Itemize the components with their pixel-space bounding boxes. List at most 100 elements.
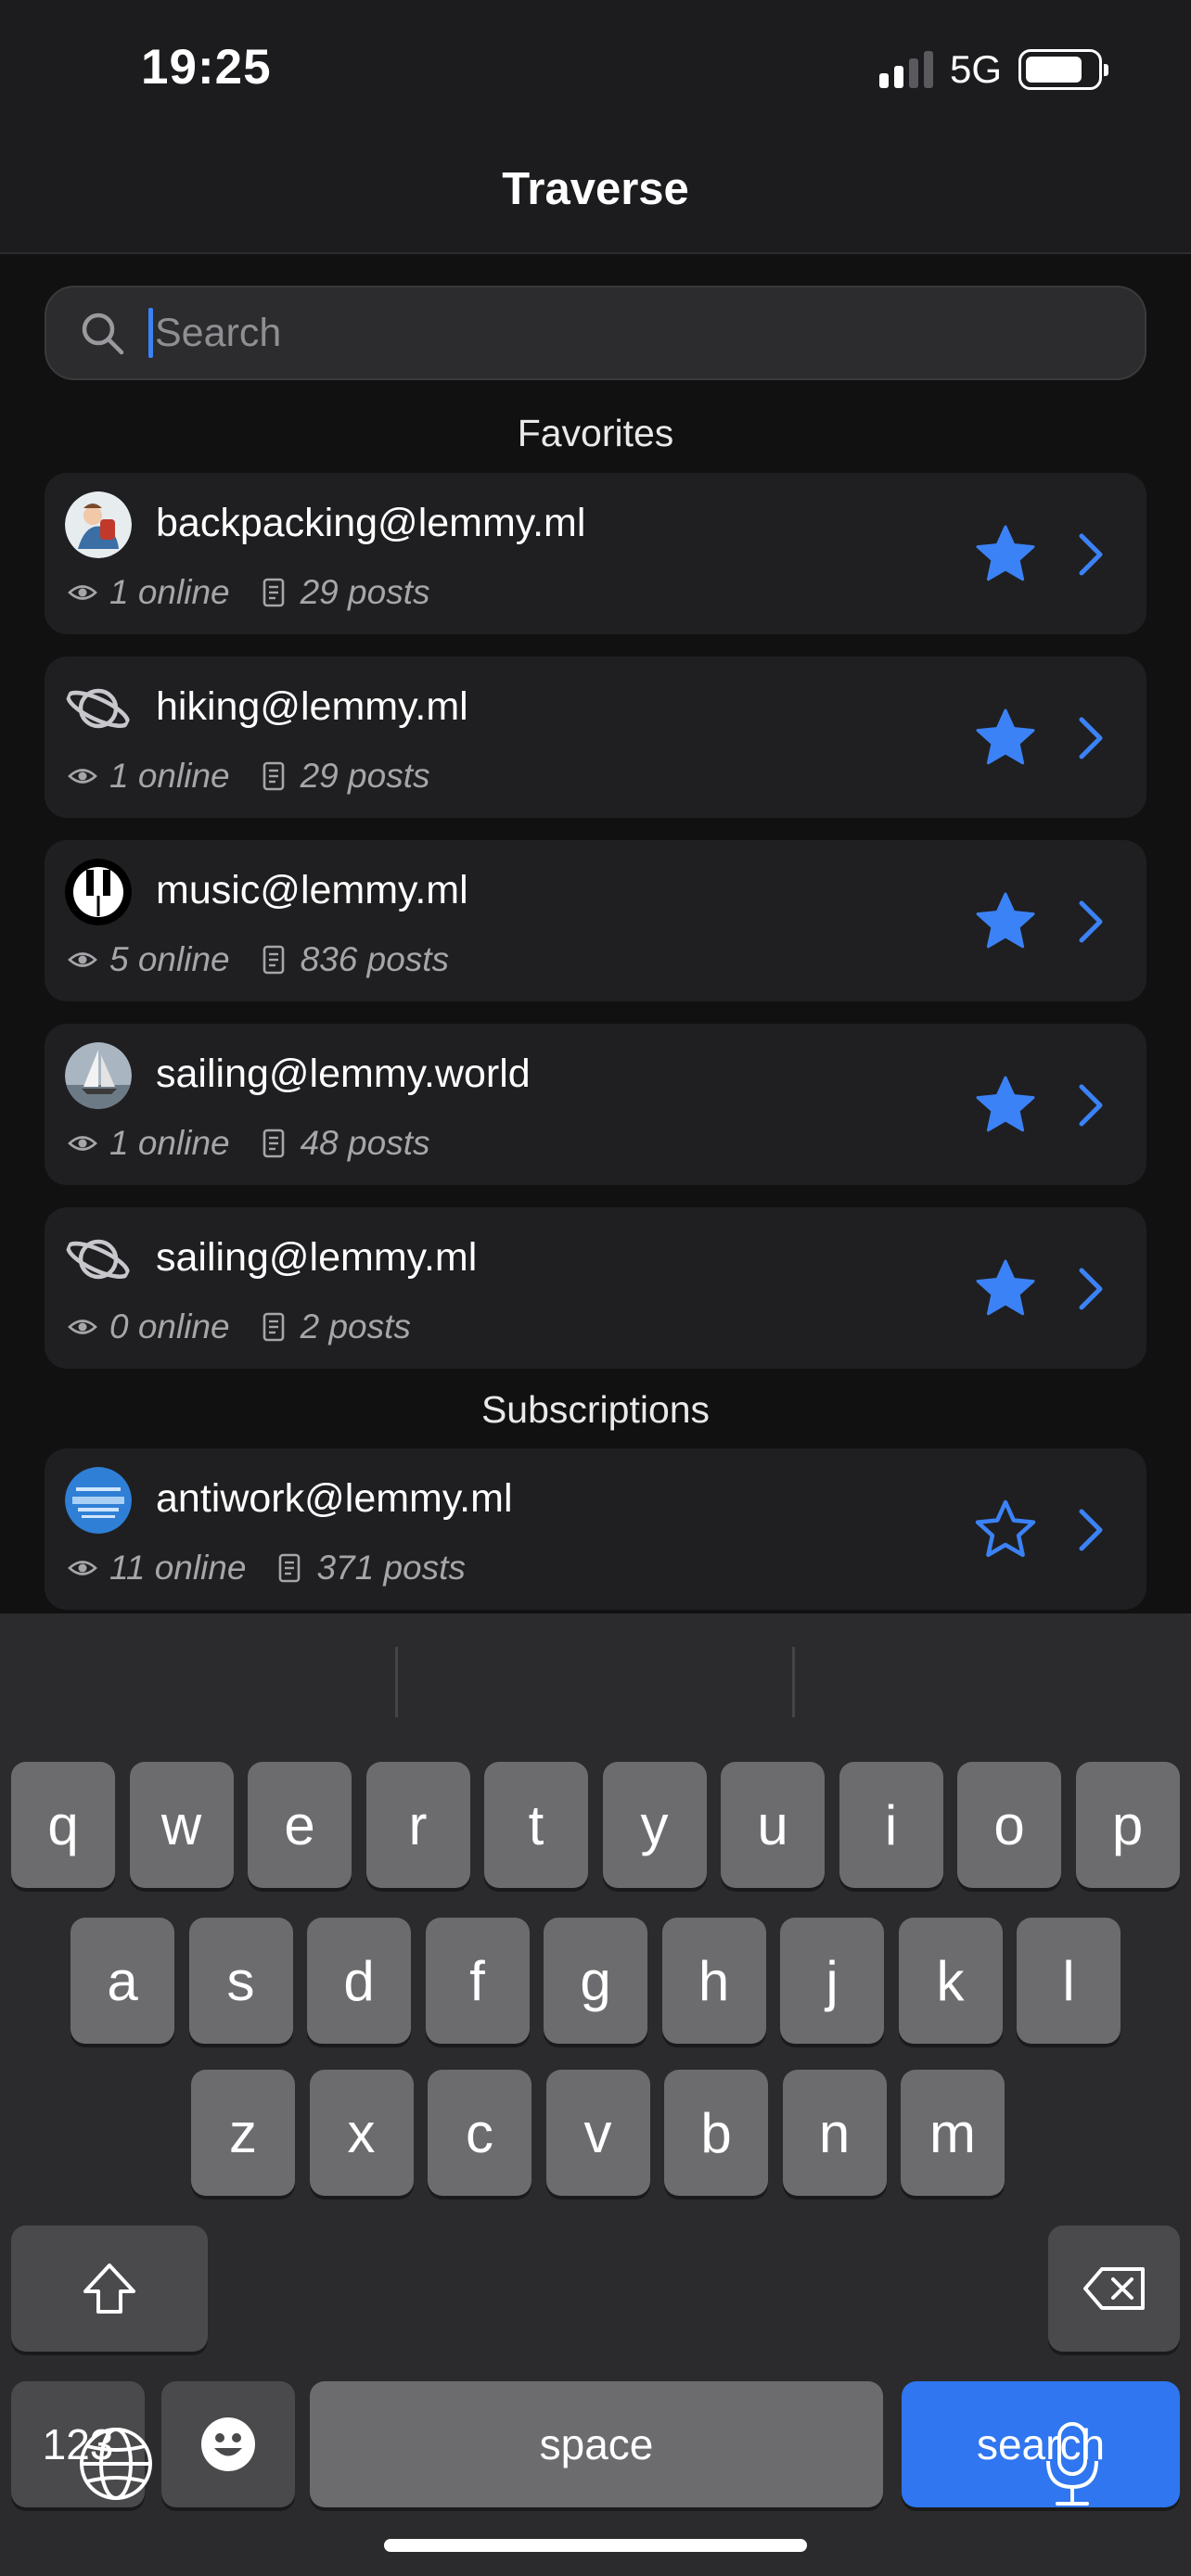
post-count: 2 posts bbox=[300, 1307, 411, 1345]
key-z[interactable]: z bbox=[191, 2070, 295, 2196]
community-name: antiwork@lemmy.ml bbox=[156, 1476, 513, 1521]
eye-icon bbox=[67, 760, 98, 792]
eye-icon bbox=[67, 577, 98, 608]
document-icon bbox=[258, 1128, 289, 1159]
search-bar[interactable] bbox=[45, 286, 1146, 380]
chevron-right-icon[interactable] bbox=[1072, 1263, 1109, 1315]
planet-icon bbox=[65, 1226, 132, 1293]
top-bar: 19:25 5G Traverse bbox=[0, 0, 1191, 254]
signal-icon bbox=[878, 51, 933, 88]
key-q[interactable]: q bbox=[11, 1762, 115, 1888]
key-k[interactable]: k bbox=[898, 1918, 1003, 2044]
community-name: sailing@lemmy.world bbox=[156, 1052, 531, 1096]
microphone-icon[interactable] bbox=[1043, 2420, 1102, 2509]
backspace-icon bbox=[1083, 2267, 1145, 2310]
key-m[interactable]: m bbox=[901, 2070, 1005, 2196]
chevron-right-icon[interactable] bbox=[1072, 712, 1109, 764]
key-s[interactable]: s bbox=[188, 1918, 293, 2044]
online-count: 1 online bbox=[109, 1124, 230, 1162]
post-count: 836 posts bbox=[300, 940, 450, 978]
planet-icon bbox=[65, 675, 132, 742]
community-row[interactable]: hiking@lemmy.ml 1 online 29 posts bbox=[45, 657, 1146, 818]
key-u[interactable]: u bbox=[721, 1762, 825, 1888]
eye-icon bbox=[67, 1311, 98, 1343]
network-type: 5G bbox=[949, 47, 1002, 91]
community-row[interactable]: backpacking@lemmy.ml 1 online 29 posts bbox=[45, 473, 1146, 634]
eye-icon bbox=[67, 1552, 98, 1584]
key-o[interactable]: o bbox=[957, 1762, 1061, 1888]
post-count: 371 posts bbox=[316, 1549, 466, 1587]
battery-icon bbox=[1018, 49, 1108, 90]
space-key[interactable]: space bbox=[310, 2381, 883, 2507]
post-count: 48 posts bbox=[300, 1124, 430, 1162]
document-icon bbox=[258, 944, 289, 976]
key-d[interactable]: d bbox=[307, 1918, 411, 2044]
key-a[interactable]: a bbox=[70, 1918, 174, 2044]
favorite-star-icon[interactable] bbox=[972, 888, 1039, 955]
key-g[interactable]: g bbox=[544, 1918, 647, 2044]
key-p[interactable]: p bbox=[1075, 1762, 1180, 1888]
backpacking-avatar bbox=[65, 491, 132, 558]
emoji-key[interactable] bbox=[161, 2381, 295, 2507]
shift-key[interactable] bbox=[11, 2225, 208, 2352]
text-cursor bbox=[148, 308, 153, 358]
key-f[interactable]: f bbox=[425, 1918, 530, 2044]
community-name: music@lemmy.ml bbox=[156, 868, 468, 912]
favorite-star-icon[interactable] bbox=[972, 705, 1039, 772]
key-c[interactable]: c bbox=[428, 2070, 531, 2196]
chevron-right-icon[interactable] bbox=[1072, 1504, 1109, 1556]
search-input[interactable] bbox=[155, 310, 1082, 356]
shift-icon bbox=[83, 2264, 135, 2314]
key-x[interactable]: x bbox=[309, 2070, 414, 2196]
online-count: 5 online bbox=[109, 940, 230, 978]
online-count: 0 online bbox=[109, 1307, 230, 1345]
favorite-star-icon[interactable] bbox=[972, 1072, 1039, 1139]
key-w[interactable]: w bbox=[129, 1762, 234, 1888]
key-v[interactable]: v bbox=[545, 2070, 650, 2196]
globe-icon[interactable] bbox=[78, 2426, 154, 2502]
community-row[interactable]: sailing@lemmy.ml 0 online 2 posts bbox=[45, 1207, 1146, 1369]
community-stats: 1 online 29 posts bbox=[67, 573, 429, 612]
chevron-right-icon[interactable] bbox=[1072, 896, 1109, 948]
document-icon bbox=[258, 1311, 289, 1343]
home-indicator[interactable] bbox=[384, 2539, 807, 2552]
community-stats: 0 online 2 posts bbox=[67, 1307, 411, 1346]
community-stats: 1 online 29 posts bbox=[67, 757, 429, 796]
favorites-heading: Favorites bbox=[517, 412, 674, 454]
favorite-star-icon[interactable] bbox=[972, 521, 1039, 588]
key-y[interactable]: y bbox=[602, 1762, 707, 1888]
key-t[interactable]: t bbox=[484, 1762, 588, 1888]
key-r[interactable]: r bbox=[365, 1762, 470, 1888]
piano-keys-avatar bbox=[65, 859, 132, 925]
community-stats: 1 online 48 posts bbox=[67, 1124, 429, 1163]
key-h[interactable]: h bbox=[661, 1918, 766, 2044]
key-n[interactable]: n bbox=[782, 2070, 887, 2196]
community-name: hiking@lemmy.ml bbox=[156, 684, 468, 729]
favorite-star-outline-icon[interactable] bbox=[972, 1497, 1039, 1563]
community-row[interactable]: sailing@lemmy.world 1 online 48 posts bbox=[45, 1024, 1146, 1185]
key-e[interactable]: e bbox=[248, 1762, 352, 1888]
key-b[interactable]: b bbox=[664, 2070, 768, 2196]
document-icon bbox=[258, 760, 289, 792]
post-count: 29 posts bbox=[300, 573, 430, 611]
subscriptions-list: antiwork@lemmy.ml 11 online 371 posts bbox=[45, 1448, 1146, 1632]
community-row[interactable]: music@lemmy.ml 5 online 836 posts bbox=[45, 840, 1146, 1001]
community-stats: 5 online 836 posts bbox=[67, 940, 449, 979]
community-name: backpacking@lemmy.ml bbox=[156, 501, 586, 545]
online-count: 1 online bbox=[109, 573, 230, 611]
eye-icon bbox=[67, 944, 98, 976]
key-j[interactable]: j bbox=[780, 1918, 884, 2044]
community-name: sailing@lemmy.ml bbox=[156, 1235, 478, 1280]
online-count: 11 online bbox=[109, 1549, 247, 1587]
status-indicators: 5G bbox=[878, 46, 1108, 93]
post-count: 29 posts bbox=[300, 757, 430, 795]
chevron-right-icon[interactable] bbox=[1072, 1079, 1109, 1131]
key-l[interactable]: l bbox=[1017, 1918, 1121, 2044]
delete-key[interactable] bbox=[1048, 2225, 1180, 2352]
favorite-star-icon[interactable] bbox=[972, 1256, 1039, 1322]
key-i[interactable]: i bbox=[839, 1762, 943, 1888]
search-key[interactable]: search bbox=[902, 2381, 1180, 2507]
chevron-right-icon[interactable] bbox=[1072, 529, 1109, 580]
document-icon bbox=[258, 577, 289, 608]
community-row[interactable]: antiwork@lemmy.ml 11 online 371 posts bbox=[45, 1448, 1146, 1610]
